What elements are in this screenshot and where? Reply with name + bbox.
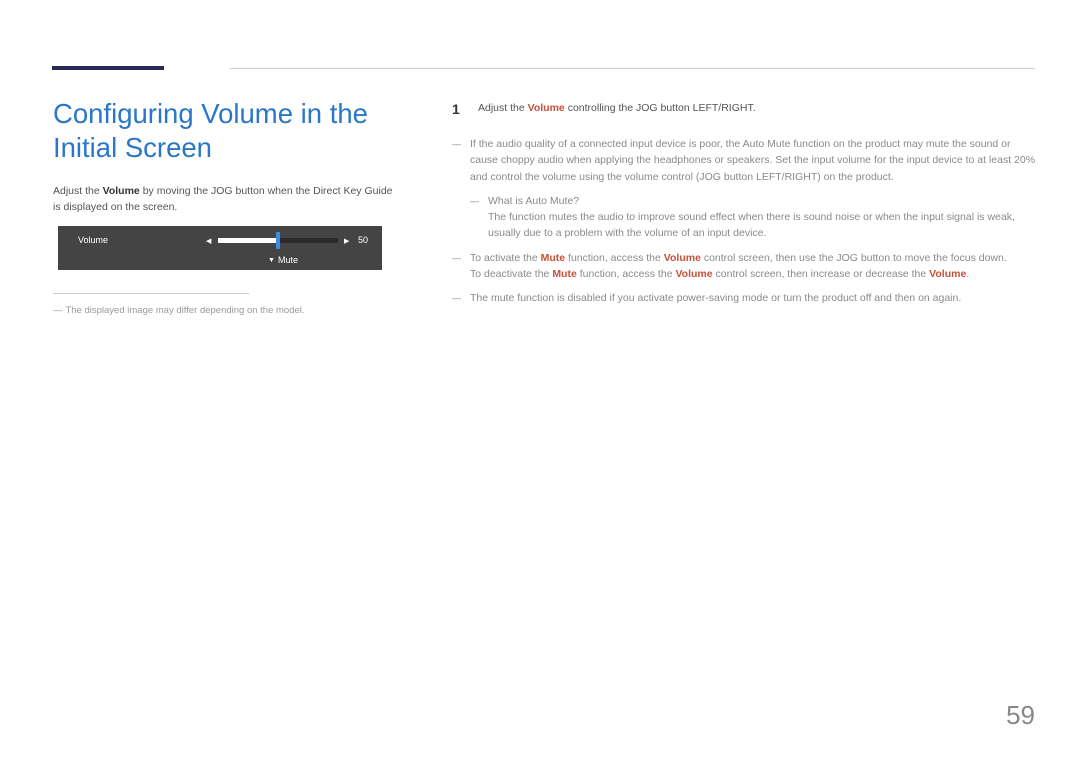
n2b-t2: function, access the <box>577 268 676 280</box>
note-auto-mute: If the audio quality of a connected inpu… <box>452 136 1037 185</box>
note-dash-icon <box>452 291 462 307</box>
osd-slider-thumb <box>276 232 280 249</box>
footnote: ― The displayed image may differ dependi… <box>53 304 305 318</box>
note-dash-icon <box>452 251 462 284</box>
note-what-is: What is Auto Mute? The function mutes th… <box>470 193 1037 242</box>
osd-slider-fill <box>218 238 278 243</box>
n2-hl2: Volume <box>664 252 701 264</box>
n2-t2: function, access the <box>565 252 664 264</box>
n2b-hl1: Mute <box>552 268 577 280</box>
footnote-dash: ― <box>53 304 63 318</box>
note-disabled: The mute function is disabled if you act… <box>452 290 1037 306</box>
header-accent-bar <box>52 66 164 70</box>
n2-t3: control screen, then use the JOG button … <box>701 252 1007 264</box>
page-title: Configuring Volume in the Initial Screen <box>53 97 413 166</box>
triangle-right-icon: ▶ <box>344 237 349 248</box>
n2b-hl2: Volume <box>675 268 712 280</box>
header-rule <box>230 68 1035 69</box>
step-text: Adjust the Volume controlling the JOG bu… <box>478 99 756 120</box>
osd-volume-label: Volume <box>78 234 108 248</box>
triangle-down-icon: ▼ <box>268 256 275 267</box>
step-number: 1 <box>452 99 464 120</box>
n2-t1: To activate the <box>470 252 541 264</box>
triangle-left-icon: ◀ <box>206 237 211 248</box>
note-answer: The function mutes the audio to improve … <box>488 211 1015 239</box>
note-activate-mute: To activate the Mute function, access th… <box>452 250 1037 283</box>
intro-paragraph: Adjust the Volume by moving the JOG butt… <box>53 184 401 216</box>
step-hl: Volume <box>528 102 565 114</box>
osd-panel: Volume ◀ ▶ 50 ▼ Mute <box>58 226 382 270</box>
n2b-t1: To deactivate the <box>470 268 552 280</box>
note-dash-icon <box>470 194 480 243</box>
intro-pre: Adjust the <box>53 185 103 197</box>
page-number: 59 <box>1006 696 1035 735</box>
note-body: What is Auto Mute? The function mutes th… <box>488 193 1037 242</box>
note-body: To activate the Mute function, access th… <box>470 250 1037 283</box>
osd-volume-value: 50 <box>358 234 368 248</box>
note-dash-icon <box>452 137 462 186</box>
intro-bold: Volume <box>103 185 140 197</box>
n2-hl1: Mute <box>541 252 566 264</box>
n2b-t4: . <box>966 268 969 280</box>
note-question: What is Auto Mute? <box>488 195 579 207</box>
note-body: The mute function is disabled if you act… <box>470 290 1037 306</box>
step-1: 1 Adjust the Volume controlling the JOG … <box>452 99 1037 120</box>
step-t1: Adjust the <box>478 102 528 114</box>
footnote-text: The displayed image may differ depending… <box>65 305 304 316</box>
note-body: If the audio quality of a connected inpu… <box>470 136 1037 185</box>
step-t2: controlling the JOG button LEFT/RIGHT. <box>565 102 756 114</box>
n2b-hl3: Volume <box>929 268 966 280</box>
left-divider <box>53 293 249 294</box>
n2b-t3: control screen, then increase or decreas… <box>713 268 930 280</box>
right-column: 1 Adjust the Volume controlling the JOG … <box>452 99 1037 314</box>
osd-mute-label: Mute <box>278 254 298 268</box>
